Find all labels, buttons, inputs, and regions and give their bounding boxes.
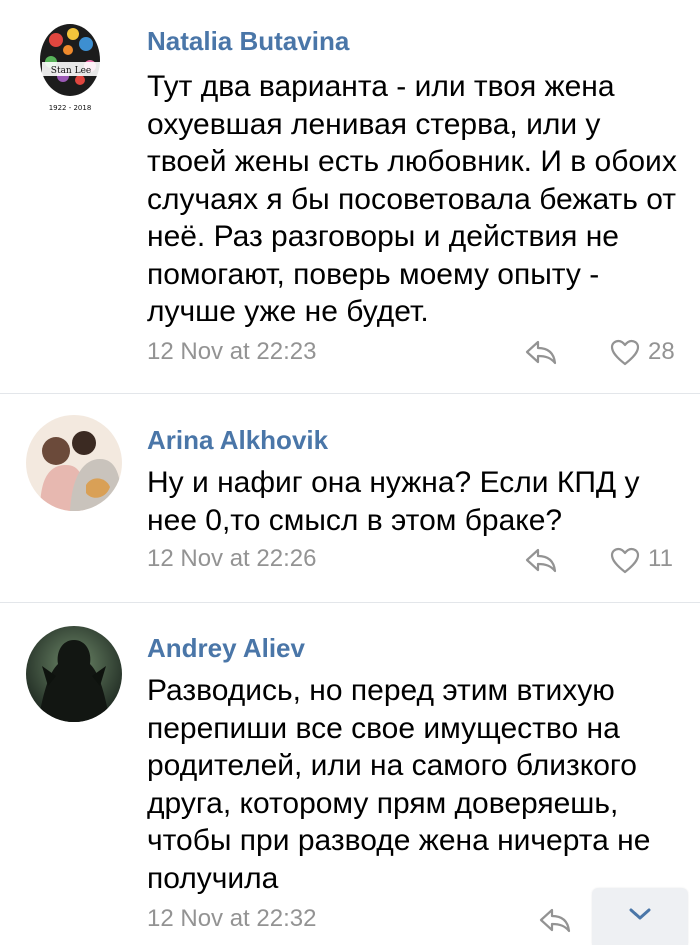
comment-date: 12 Nov at 22:32 (147, 905, 317, 932)
avatar[interactable]: Stan Lee 1922 - 2018 (18, 14, 122, 118)
chevron-down-icon (629, 908, 651, 920)
scroll-down-button[interactable] (592, 888, 688, 945)
heart-outline-icon[interactable] (610, 547, 640, 574)
like-count: 11 (648, 545, 673, 572)
comment-item: Stan Lee 1922 - 2018 Natalia Butavina Ту… (0, 0, 700, 393)
like-count: 28 (648, 338, 675, 365)
avatar[interactable] (26, 626, 122, 722)
comment-text: Разводись, но перед этим втихую перепиши… (147, 674, 651, 895)
comment-item: Arina Alkhovik Ну и нафиг она нужна? Есл… (0, 393, 700, 602)
comment-date: 12 Nov at 22:26 (147, 545, 317, 572)
author-name[interactable]: Arina Alkhovik (147, 425, 328, 456)
author-name[interactable]: Andrey Aliev (147, 633, 305, 664)
avatar-years: 1922 - 2018 (49, 104, 92, 112)
comment-text: Тут два варианта - или твоя жена охуевша… (147, 70, 677, 328)
reply-icon[interactable] (524, 546, 558, 574)
avatar-caption: Stan Lee (51, 66, 91, 76)
comment-text: Ну и нафиг она нужна? Если КПД у нее 0,т… (147, 466, 640, 537)
heart-outline-icon[interactable] (610, 339, 640, 366)
avatar[interactable] (26, 415, 122, 511)
reply-icon[interactable] (524, 338, 558, 366)
author-name[interactable]: Natalia Butavina (147, 26, 349, 57)
avatar-image (26, 415, 122, 511)
comment-date: 12 Nov at 22:23 (147, 338, 317, 365)
avatar-image (26, 626, 122, 722)
reply-icon[interactable] (538, 906, 572, 934)
avatar-image: Stan Lee 1922 - 2018 (18, 14, 122, 118)
